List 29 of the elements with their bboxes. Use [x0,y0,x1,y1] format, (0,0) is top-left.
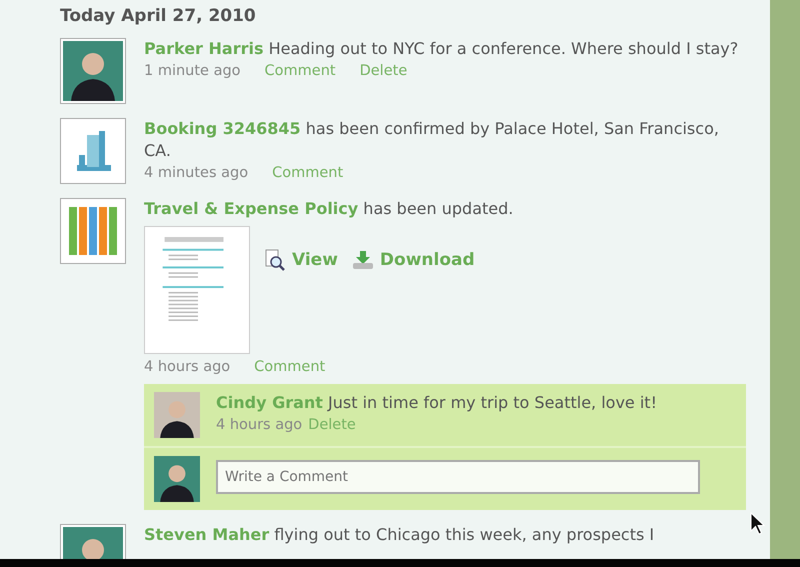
download-link[interactable]: Download [352,250,475,270]
post-link[interactable]: Travel & Expense Policy [144,199,358,218]
action-link[interactable]: Comment [254,356,326,378]
timestamp: 4 hours ago [144,358,230,377]
magnifier-icon [264,249,286,271]
date-heading: Today April 27, 2010 [60,6,257,26]
avatar-icon [154,456,200,502]
action-link[interactable]: Delete [308,414,356,436]
action-link[interactable]: Comment [272,162,344,184]
view-link[interactable]: View [264,249,338,271]
timestamp: 1 minute ago [144,62,241,81]
avatar-icon [154,392,200,438]
post-text: Parker Harris Heading out to NYC for a conference. Where should I stay? [144,38,740,60]
comment-field[interactable]: Write a Comment [216,460,700,494]
post-text: Booking 3246845 has been confirmed by Palace Hotel, San Francisco, CA. [144,118,720,162]
post-link[interactable]: Booking 3246845 [144,119,301,138]
action-link[interactable]: Delete [360,60,408,82]
post-text: Travel & Expense Policy has been updated. [144,198,514,220]
action-link[interactable]: Comment [264,60,336,82]
post-text: Steven Maher flying out to Chicago this week, any prospects I [144,524,656,546]
author-link[interactable]: Cindy Grant [216,393,323,412]
timestamp: 4 minutes ago [144,164,248,183]
timestamp: 4 hours ago [216,416,302,435]
document-thumbnail[interactable] [144,226,250,354]
cursor-icon [750,512,766,536]
post-link[interactable]: Steven Maher [144,525,270,544]
download-icon [352,250,374,270]
post-link[interactable]: Parker Harris [144,39,264,58]
comment-text: Cindy Grant Just in time for my trip to Seattle, love it! [216,392,658,414]
